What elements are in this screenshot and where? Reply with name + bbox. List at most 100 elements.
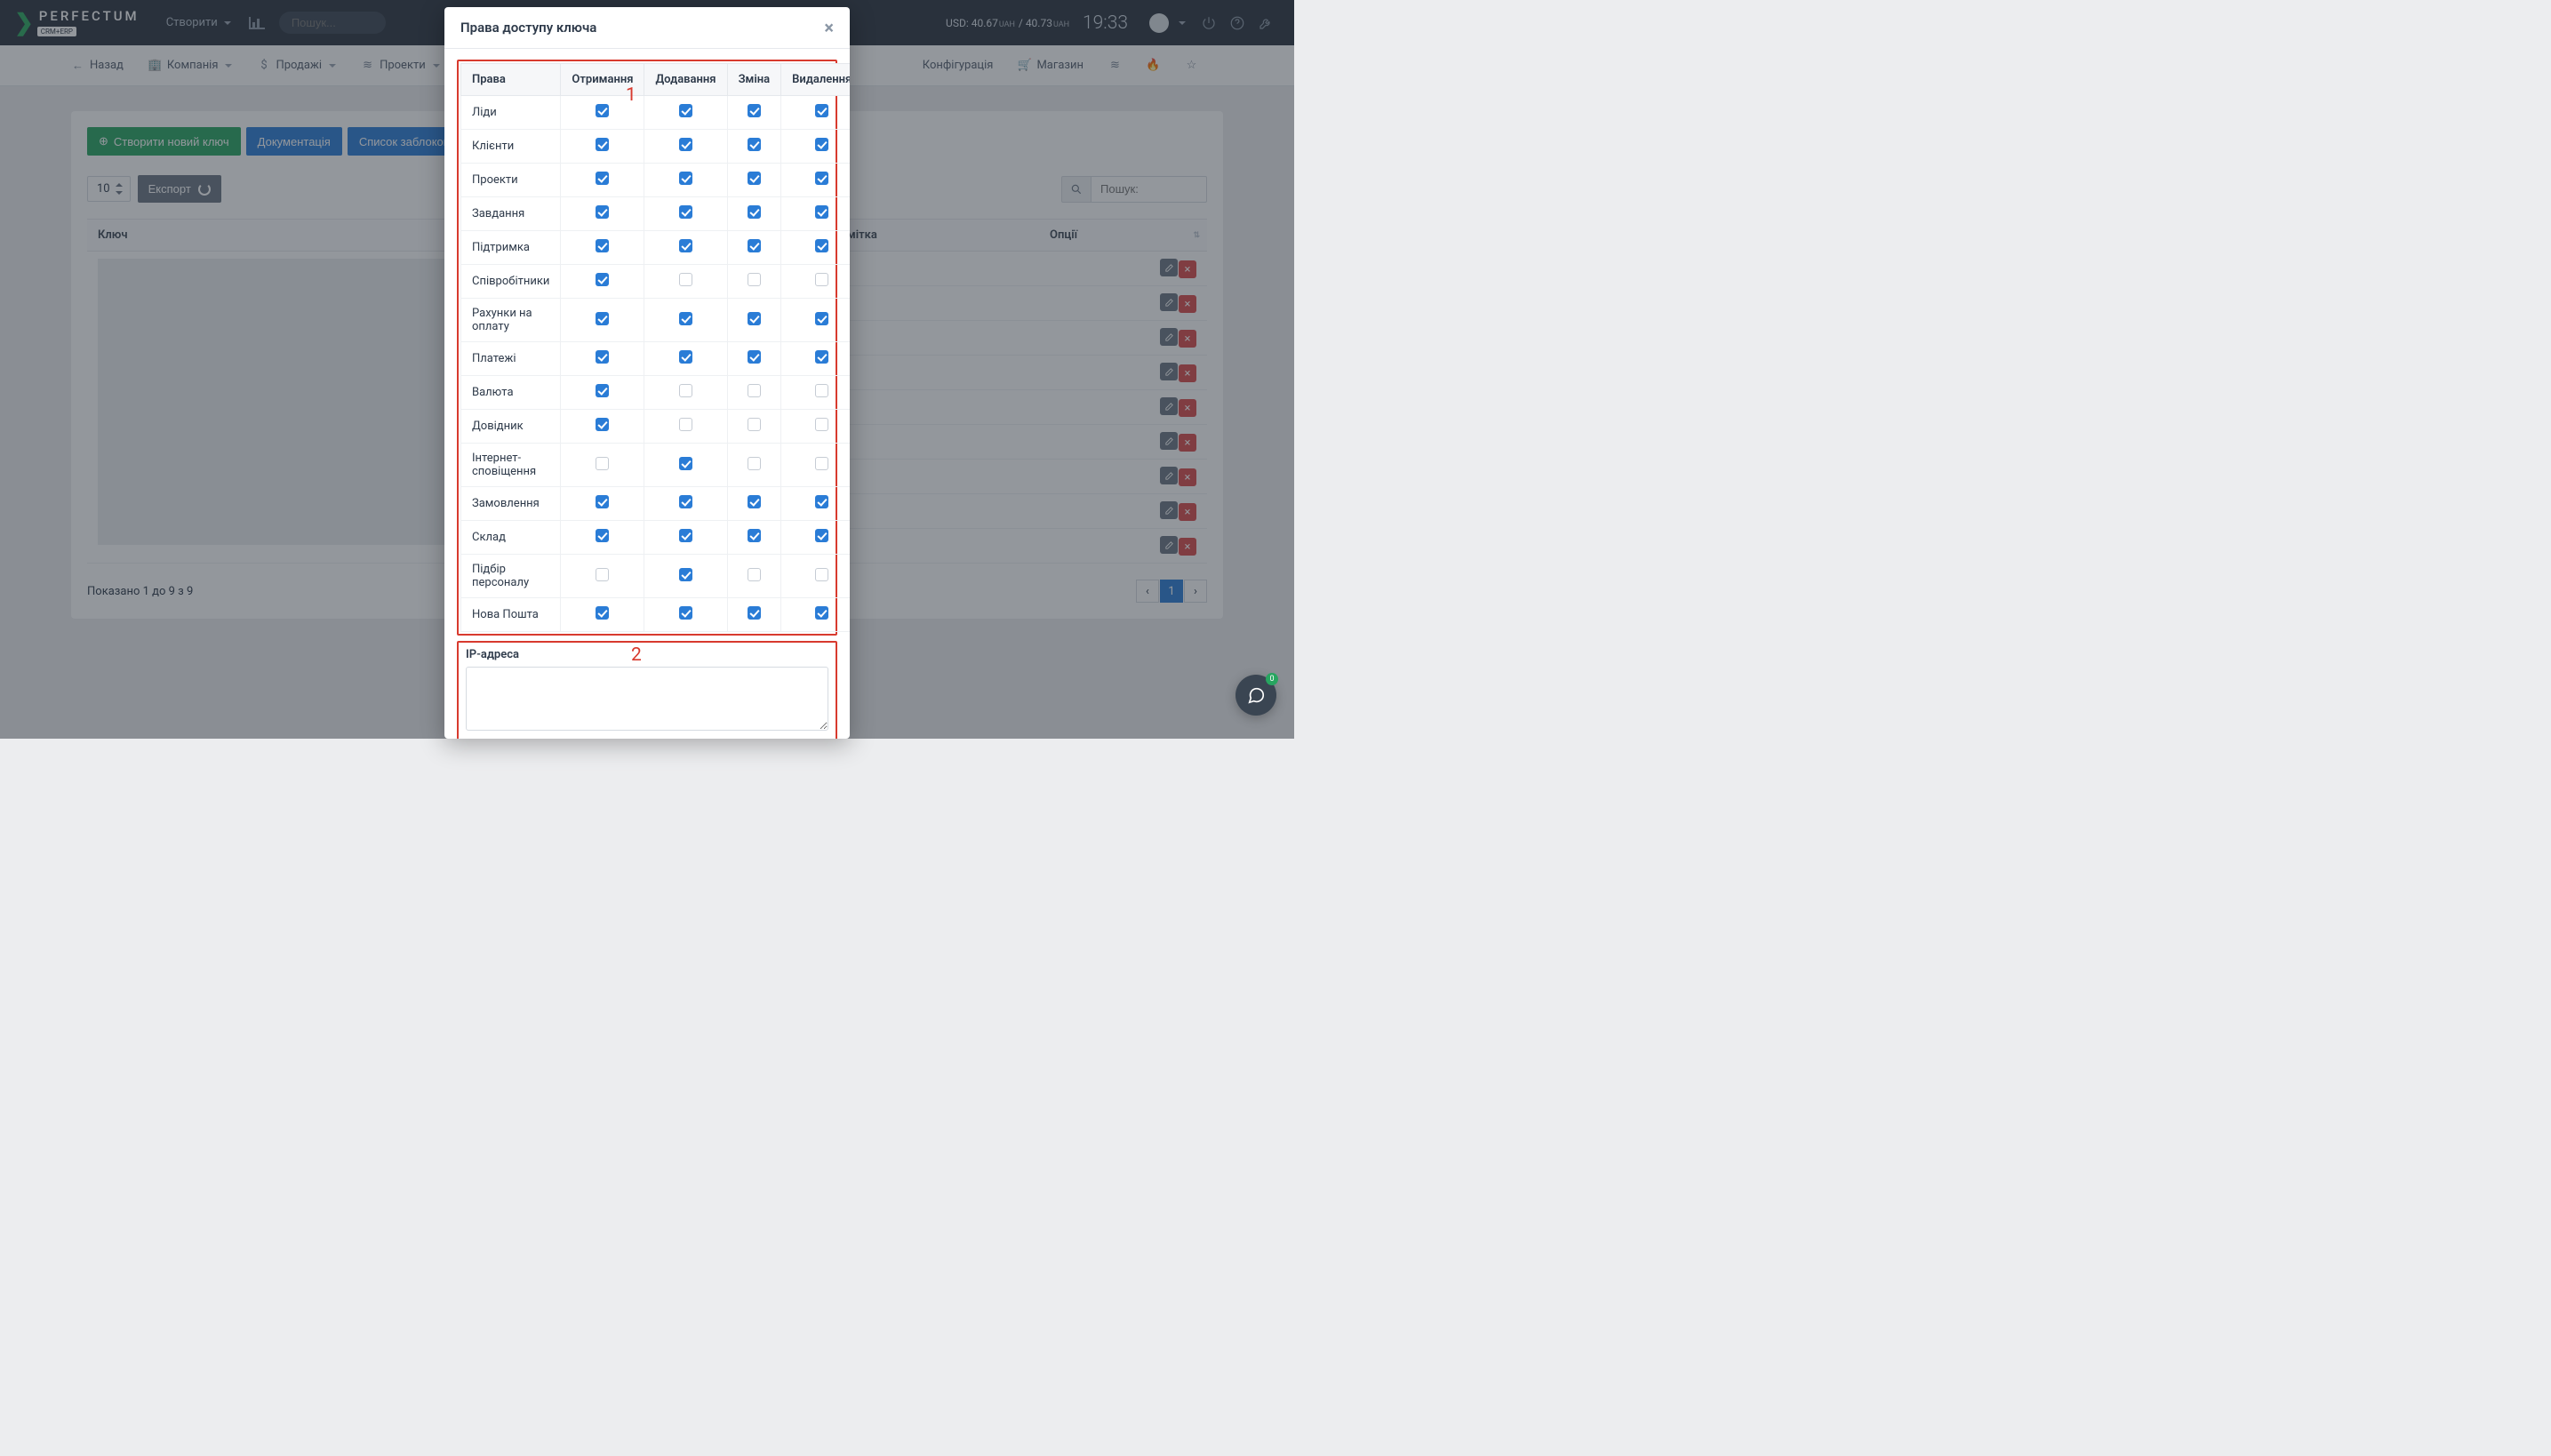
modal-title: Права доступу ключа (460, 20, 596, 36)
chat-fab[interactable]: 0 (1236, 675, 1276, 716)
perm-checkbox[interactable] (748, 239, 761, 252)
perm-head-name: Права (461, 64, 561, 96)
perm-row: Ліди (461, 96, 851, 130)
perm-name: Довідник (461, 410, 561, 444)
perm-checkbox[interactable] (596, 239, 609, 252)
perm-checkbox[interactable] (596, 384, 609, 397)
perm-name: Підтримка (461, 231, 561, 265)
perm-checkbox[interactable] (596, 606, 609, 620)
perm-name: Платежі (461, 342, 561, 376)
perm-checkbox[interactable] (748, 457, 761, 470)
perm-checkbox[interactable] (596, 418, 609, 431)
perm-name: Клієнти (461, 130, 561, 164)
perm-checkbox[interactable] (748, 312, 761, 325)
perm-checkbox[interactable] (679, 495, 692, 508)
perm-name: Підбір персоналу (461, 555, 561, 598)
perm-row: Проекти (461, 164, 851, 197)
perm-checkbox[interactable] (748, 350, 761, 364)
perm-checkbox[interactable] (748, 606, 761, 620)
perm-checkbox[interactable] (679, 138, 692, 151)
perm-checkbox[interactable] (748, 273, 761, 286)
perm-checkbox[interactable] (679, 172, 692, 185)
perm-checkbox[interactable] (596, 138, 609, 151)
perm-checkbox[interactable] (596, 312, 609, 325)
permissions-table: Права Отримання Додавання Зміна Видаленн… (460, 63, 850, 632)
perm-checkbox[interactable] (815, 138, 828, 151)
perm-checkbox[interactable] (748, 495, 761, 508)
perm-checkbox[interactable] (815, 350, 828, 364)
perm-checkbox[interactable] (748, 172, 761, 185)
perm-checkbox[interactable] (815, 104, 828, 117)
perm-checkbox[interactable] (596, 529, 609, 542)
annotation-1: 1 (626, 84, 636, 106)
perm-checkbox[interactable] (748, 138, 761, 151)
perm-row: Склад (461, 521, 851, 555)
perm-checkbox[interactable] (815, 273, 828, 286)
perm-checkbox[interactable] (596, 350, 609, 364)
perm-checkbox[interactable] (596, 495, 609, 508)
perm-checkbox[interactable] (679, 312, 692, 325)
perm-row: Підбір персоналу (461, 555, 851, 598)
perm-checkbox[interactable] (748, 568, 761, 581)
chat-badge: 0 (1266, 673, 1278, 685)
perm-row: Довідник (461, 410, 851, 444)
perm-row: Платежі (461, 342, 851, 376)
perm-row: Завдання (461, 197, 851, 231)
perm-checkbox[interactable] (815, 606, 828, 620)
perm-checkbox[interactable] (748, 104, 761, 117)
perm-row: Рахунки на оплату (461, 299, 851, 342)
annotation-2: 2 (631, 644, 642, 666)
perm-checkbox[interactable] (596, 457, 609, 470)
ip-textarea[interactable] (466, 667, 828, 731)
perm-row: Валюта (461, 376, 851, 410)
perm-checkbox[interactable] (679, 384, 692, 397)
perm-row: Замовлення (461, 487, 851, 521)
perm-checkbox[interactable] (815, 205, 828, 219)
perm-row: Клієнти (461, 130, 851, 164)
perm-head-add: Додавання (644, 64, 727, 96)
perm-name: Проекти (461, 164, 561, 197)
perm-checkbox[interactable] (596, 172, 609, 185)
ip-label: IP-адреса (466, 648, 828, 661)
perm-checkbox[interactable] (596, 273, 609, 286)
perm-checkbox[interactable] (748, 205, 761, 219)
perm-checkbox[interactable] (815, 384, 828, 397)
perm-checkbox[interactable] (679, 568, 692, 581)
perm-checkbox[interactable] (679, 418, 692, 431)
perm-checkbox[interactable] (679, 350, 692, 364)
perm-checkbox[interactable] (679, 457, 692, 470)
perm-name: Рахунки на оплату (461, 299, 561, 342)
perm-checkbox[interactable] (815, 495, 828, 508)
perm-row: Нова Пошта (461, 598, 851, 632)
perm-checkbox[interactable] (596, 104, 609, 117)
perm-checkbox[interactable] (679, 606, 692, 620)
close-icon[interactable]: × (824, 19, 834, 36)
perm-name: Нова Пошта (461, 598, 561, 632)
annotation-box-2: IP-адреса (457, 641, 837, 739)
perm-head-edit: Зміна (727, 64, 781, 96)
annotation-box-1: Права Отримання Додавання Зміна Видаленн… (457, 60, 837, 636)
perm-checkbox[interactable] (679, 205, 692, 219)
perm-checkbox[interactable] (748, 384, 761, 397)
perm-checkbox[interactable] (815, 568, 828, 581)
perm-checkbox[interactable] (815, 312, 828, 325)
perm-checkbox[interactable] (748, 529, 761, 542)
perm-name: Завдання (461, 197, 561, 231)
perm-checkbox[interactable] (679, 273, 692, 286)
perm-checkbox[interactable] (815, 172, 828, 185)
perm-checkbox[interactable] (748, 418, 761, 431)
perm-name: Інтернет-сповіщення (461, 444, 561, 487)
perm-checkbox[interactable] (815, 529, 828, 542)
perm-checkbox[interactable] (815, 457, 828, 470)
perm-checkbox[interactable] (815, 239, 828, 252)
perm-checkbox[interactable] (679, 529, 692, 542)
perm-checkbox[interactable] (815, 418, 828, 431)
perm-checkbox[interactable] (679, 104, 692, 117)
perm-row: Інтернет-сповіщення (461, 444, 851, 487)
perm-checkbox[interactable] (596, 568, 609, 581)
perm-checkbox[interactable] (679, 239, 692, 252)
perm-checkbox[interactable] (596, 205, 609, 219)
perm-row: Підтримка (461, 231, 851, 265)
perm-name: Склад (461, 521, 561, 555)
perm-name: Співробітники (461, 265, 561, 299)
